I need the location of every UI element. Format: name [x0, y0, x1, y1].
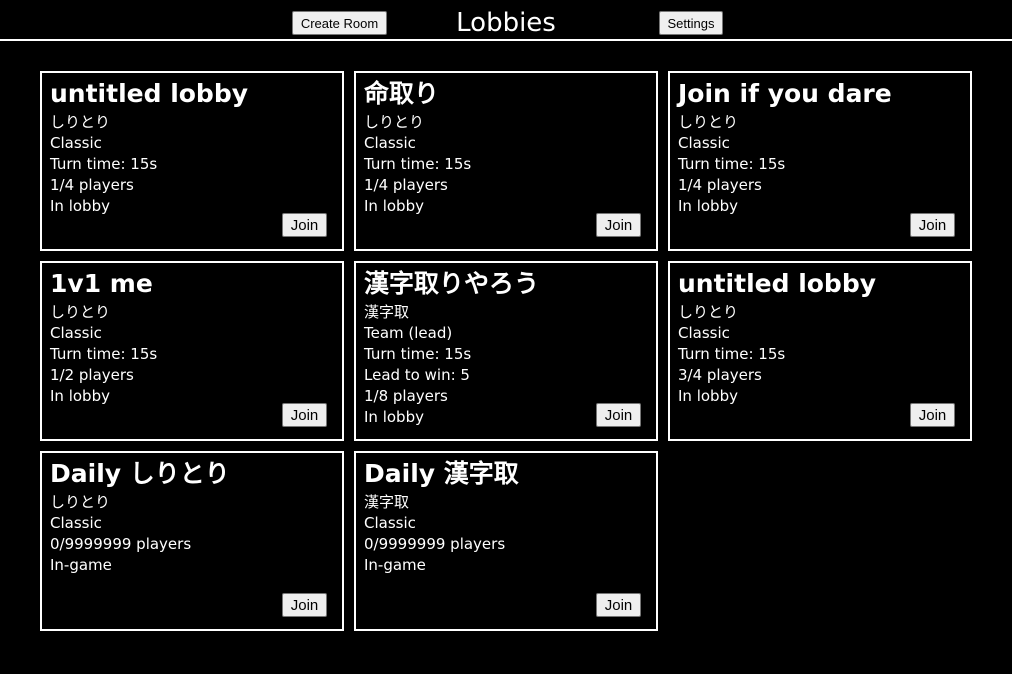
- join-button[interactable]: Join: [910, 403, 955, 427]
- lobby-name: Daily 漢字取: [364, 459, 519, 488]
- join-button[interactable]: Join: [910, 213, 955, 237]
- lobby-detail: 1/4 players: [678, 176, 762, 194]
- lobby-game: しりとり: [364, 113, 425, 131]
- lobby-game: しりとり: [50, 493, 111, 511]
- lobby-card: 漢字取りやろう漢字取 Team (lead) Turn time: 15s Lead …: [354, 261, 658, 441]
- lobby-game: しりとり: [50, 113, 111, 131]
- lobby-card: Daily 漢字取漢字取 Classic 0/9999999 players In-g…: [354, 451, 658, 631]
- join-button[interactable]: Join: [596, 213, 641, 237]
- lobby-game: しりとり: [678, 113, 739, 131]
- lobby-detail: Team (lead): [364, 324, 453, 342]
- lobby-detail: Turn time: 15s: [364, 155, 472, 173]
- lobby-detail: Turn time: 15s: [50, 155, 158, 173]
- lobby-card: 命取り しりとり Classic Turn time: 15s 1/4 players I…: [354, 71, 658, 251]
- lobby-name: Daily しりとり: [50, 459, 230, 488]
- settings-button[interactable]: Settings: [659, 11, 723, 35]
- lobby-detail: Classic: [364, 514, 416, 532]
- lobby-detail: 1/2 players: [50, 366, 134, 384]
- lobby-game: 漢字取: [364, 493, 410, 511]
- lobby-detail: In-game: [364, 556, 426, 574]
- lobby-game: しりとり: [50, 303, 111, 321]
- lobby-detail: In-game: [50, 556, 112, 574]
- lobby-game: しりとり: [678, 303, 739, 321]
- join-button[interactable]: Join: [596, 593, 641, 617]
- lobby-card: 1v1 me しりとり Classic Turn time: 15s 1/2 playe…: [40, 261, 344, 441]
- header-bar: Create Room Lobbies Settings: [0, 0, 1012, 41]
- lobby-detail: Turn time: 15s: [364, 345, 472, 363]
- lobby-detail: Classic: [50, 324, 102, 342]
- lobby-detail: 0/9999999 players: [50, 535, 192, 553]
- lobby-card: untitled lobby しりとり Classic Turn time: 15s 1…: [40, 71, 344, 251]
- lobby-detail: 3/4 players: [678, 366, 762, 384]
- lobby-detail: Classic: [678, 134, 730, 152]
- lobby-detail: 0/9999999 players: [364, 535, 506, 553]
- join-button[interactable]: Join: [596, 403, 641, 427]
- lobby-name: Join if you dare: [678, 79, 892, 108]
- join-button[interactable]: Join: [282, 403, 327, 427]
- lobby-detail: Turn time: 15s: [678, 155, 786, 173]
- lobby-detail: Classic: [50, 134, 102, 152]
- lobby-detail: 1/4 players: [364, 176, 448, 194]
- join-button[interactable]: Join: [282, 213, 327, 237]
- lobby-name: untitled lobby: [678, 269, 877, 298]
- lobby-detail: 1/4 players: [50, 176, 134, 194]
- lobby-name: 漢字取りやろう: [364, 269, 540, 298]
- lobby-detail: Turn time: 15s: [50, 345, 158, 363]
- lobby-card: Daily しりとりしりとり Classic 0/9999999 players In…: [40, 451, 344, 631]
- lobby-detail: Lead to win: 5: [364, 366, 470, 384]
- lobby-detail: Classic: [364, 134, 416, 152]
- lobby-detail: Classic: [50, 514, 102, 532]
- lobby-detail: Turn time: 15s: [678, 345, 786, 363]
- lobby-card: Join if you dare しりとり Classic Turn time: 15…: [668, 71, 972, 251]
- lobby-detail: Classic: [678, 324, 730, 342]
- lobby-name: 命取り: [364, 79, 440, 108]
- lobby-name: 1v1 me: [50, 269, 153, 298]
- lobby-game: 漢字取: [364, 303, 410, 321]
- lobby-name: untitled lobby: [50, 79, 249, 108]
- lobby-card: untitled lobby しりとり Classic Turn time: 15s 3…: [668, 261, 972, 441]
- page-title: Lobbies: [456, 8, 556, 38]
- join-button[interactable]: Join: [282, 593, 327, 617]
